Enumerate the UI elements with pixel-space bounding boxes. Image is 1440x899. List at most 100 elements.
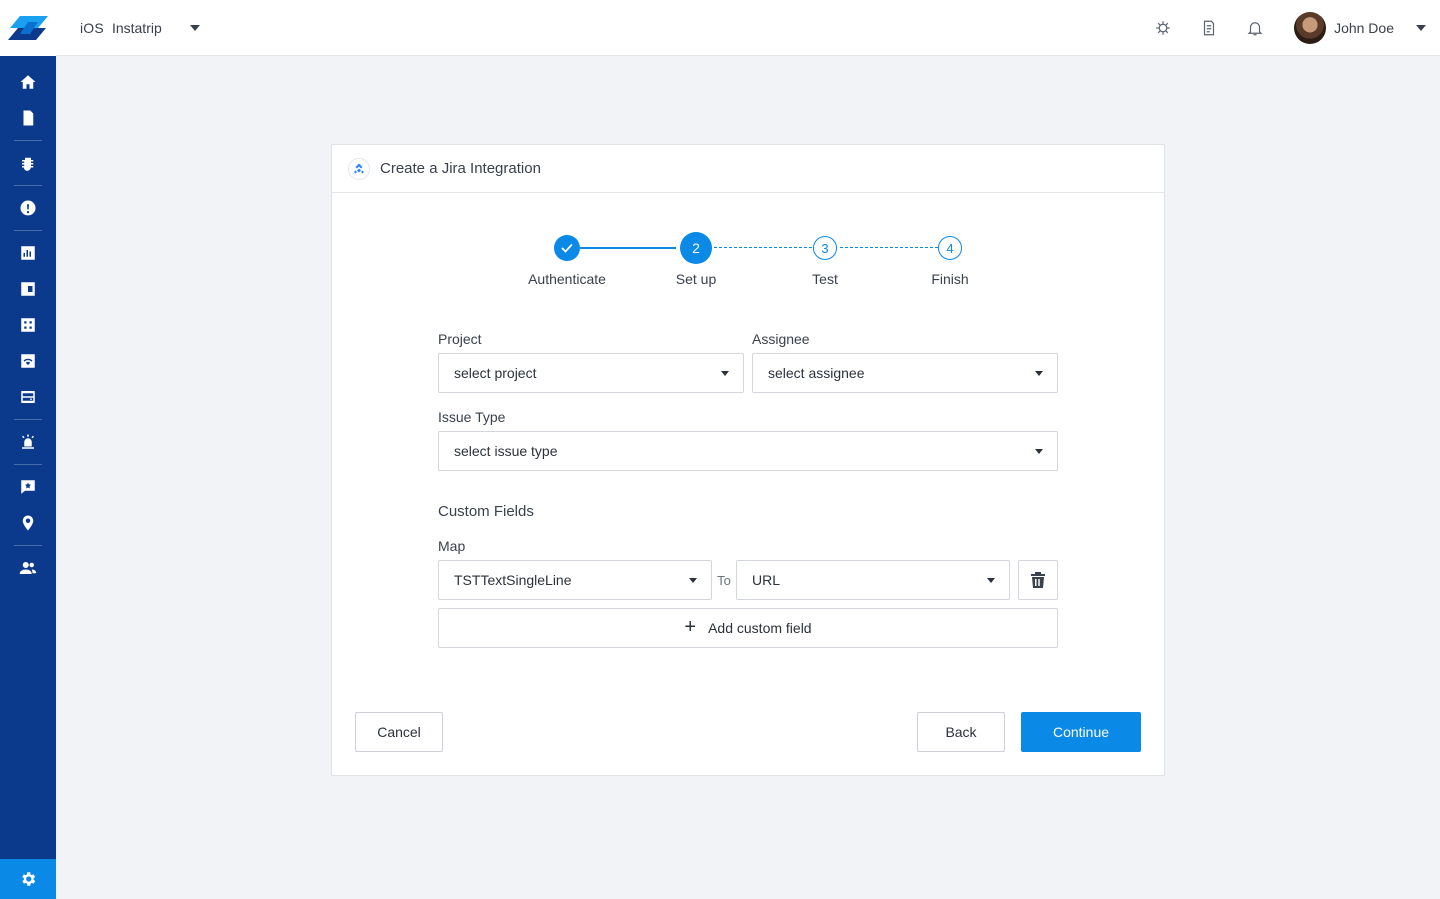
step-authenticate: Authenticate <box>517 235 617 287</box>
nav-divider <box>14 185 42 186</box>
delete-mapping-button[interactable] <box>1018 560 1058 600</box>
step-label: Finish <box>931 271 969 287</box>
alert-icon <box>20 200 36 216</box>
map-label: Map <box>438 538 466 554</box>
chevron-down-icon <box>689 577 697 583</box>
jira-icon <box>348 157 370 180</box>
step-test: 3 Test <box>775 235 875 287</box>
step-setup: 2 Set up <box>646 232 746 287</box>
user-name: John Doe <box>1334 20 1394 36</box>
issue-type-field-group: Issue Type select issue type <box>438 409 1058 471</box>
sidebar-item-screens[interactable] <box>0 271 56 307</box>
back-button[interactable]: Back <box>917 712 1005 752</box>
sidebar-item-users[interactable] <box>0 550 56 586</box>
chevron-down-icon <box>987 577 995 583</box>
assignee-field-group: Assignee select assignee <box>752 331 1058 393</box>
project-label: Project <box>438 331 482 347</box>
chevron-down-icon <box>1035 370 1043 376</box>
nav-divider <box>14 464 42 465</box>
nav-divider <box>14 140 42 141</box>
grid-icon <box>21 318 35 332</box>
project-field-group: Project select project <box>438 331 744 393</box>
sidebar <box>0 0 56 899</box>
continue-button[interactable]: Continue <box>1021 712 1141 752</box>
assignee-select[interactable]: select assignee <box>752 353 1058 393</box>
sidebar-item-feedback[interactable] <box>0 469 56 505</box>
setup-form: Project select project Assignee select a… <box>438 331 1058 648</box>
step-number: 2 <box>680 232 712 264</box>
siren-icon <box>22 434 34 449</box>
add-custom-field-label: Add custom field <box>708 620 812 636</box>
chart-icon <box>21 246 35 260</box>
gear-icon <box>22 872 36 886</box>
topbar-actions <box>1154 0 1264 56</box>
sidebar-item-apm[interactable] <box>0 235 56 271</box>
nav-divider <box>14 545 42 546</box>
logo[interactable] <box>0 0 56 56</box>
app-name: Instatrip <box>111 20 162 36</box>
assignee-select-value: select assignee <box>768 365 865 381</box>
user-menu[interactable]: John Doe <box>1294 0 1426 56</box>
custom-fields-title: Custom Fields <box>438 503 534 520</box>
sidebar-item-reports[interactable] <box>0 100 56 136</box>
step-finish: 4 Finish <box>900 235 1000 287</box>
avatar <box>1294 12 1327 44</box>
issue-type-select[interactable]: select issue type <box>438 431 1058 471</box>
map-to-label: To <box>717 572 731 588</box>
sidebar-item-devices[interactable] <box>0 379 56 415</box>
custom-field-source-select[interactable]: TSTTextSingleLine <box>438 560 712 600</box>
plus-icon: + <box>684 616 697 638</box>
bug-report-icon[interactable] <box>1154 19 1172 37</box>
step-number: 3 <box>813 236 837 260</box>
location-pin-icon <box>22 515 34 531</box>
chevron-down-icon <box>1035 448 1043 454</box>
custom-field-map-row: TSTTextSingleLine To URL <box>438 560 1058 600</box>
app-platform: iOS <box>80 20 104 36</box>
custom-field-source-value: TSTTextSingleLine <box>454 572 572 588</box>
step-number: 4 <box>938 236 962 260</box>
sidebar-item-alerts[interactable] <box>0 424 56 460</box>
project-select[interactable]: select project <box>438 353 744 393</box>
sidebar-item-settings[interactable] <box>0 859 56 899</box>
project-select-value: select project <box>454 365 537 381</box>
report-icon <box>23 110 34 126</box>
step-label: Set up <box>675 271 717 287</box>
sidebar-item-bugs[interactable] <box>0 145 56 181</box>
issue-type-select-value: select issue type <box>454 443 558 459</box>
step-label: Authenticate <box>528 271 606 287</box>
stepper: Authenticate 2 Set up 3 Test 4 Finish <box>332 232 1166 295</box>
sidebar-item-wifi[interactable] <box>0 343 56 379</box>
feedback-icon <box>21 480 35 494</box>
nav-divider <box>14 230 42 231</box>
step-label: Test <box>812 271 838 287</box>
add-custom-field-button[interactable]: + Add custom field <box>438 608 1058 648</box>
home-icon <box>20 75 36 89</box>
logo-icon <box>8 16 48 40</box>
wifi-icon <box>21 354 35 368</box>
topbar: iOS Instatrip John Doe <box>56 0 1440 56</box>
custom-field-target-select[interactable]: URL <box>736 560 1010 600</box>
cancel-button[interactable]: Cancel <box>355 712 443 752</box>
nav-divider <box>14 419 42 420</box>
integration-card: Create a Jira Integration Authenticate 2… <box>331 144 1165 776</box>
chevron-down-icon <box>721 370 729 376</box>
app-switcher[interactable]: iOS Instatrip <box>80 0 200 56</box>
screen-icon <box>21 282 35 296</box>
users-icon <box>19 562 37 574</box>
device-icon <box>21 391 35 403</box>
trash-icon <box>1031 572 1045 588</box>
sidebar-item-network[interactable] <box>0 307 56 343</box>
page-title: Create a Jira Integration <box>380 160 541 177</box>
sidebar-item-home[interactable] <box>0 64 56 100</box>
bell-icon[interactable] <box>1246 19 1264 37</box>
sidebar-item-crashes[interactable] <box>0 190 56 226</box>
card-header: Create a Jira Integration <box>332 145 1164 193</box>
assignee-label: Assignee <box>752 331 810 347</box>
check-icon <box>554 235 580 261</box>
chevron-down-icon <box>1416 25 1426 31</box>
docs-icon[interactable] <box>1200 19 1218 37</box>
bug-icon <box>22 157 34 171</box>
sidebar-item-locations[interactable] <box>0 505 56 541</box>
chevron-down-icon <box>189 25 200 31</box>
project-assignee-row: Project select project Assignee select a… <box>438 331 1058 393</box>
